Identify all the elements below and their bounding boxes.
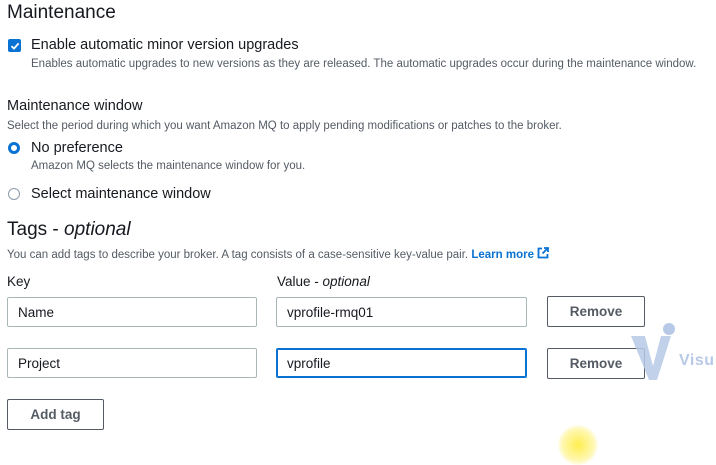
value-header-text: Value	[277, 274, 311, 289]
auto-upgrade-label[interactable]: Enable automatic minor version upgrades	[31, 37, 299, 53]
tags-heading-text: Tags	[7, 219, 48, 240]
watermark-logo: Visu	[629, 322, 716, 384]
key-column-header: Key	[7, 274, 31, 289]
maintenance-window-label: Maintenance window	[7, 98, 143, 114]
tag-key-input[interactable]	[7, 348, 257, 378]
tags-description: You can add tags to describe your broker…	[7, 247, 550, 263]
auto-upgrade-description: Enables automatic upgrades to new versio…	[31, 58, 697, 70]
radio-select-window[interactable]	[8, 188, 20, 200]
watermark-text: Visu	[679, 352, 715, 369]
check-icon	[10, 42, 19, 50]
add-tag-button[interactable]: Add tag	[7, 399, 104, 430]
value-header-optional: optional	[322, 274, 370, 289]
tag-value-input[interactable]	[276, 297, 527, 327]
tag-key-input[interactable]	[7, 297, 257, 327]
learn-more-link[interactable]: Learn more	[471, 249, 534, 261]
radio-no-preference[interactable]	[8, 142, 20, 154]
tags-heading-optional: optional	[64, 219, 131, 240]
tags-description-text: You can add tags to describe your broker…	[7, 249, 469, 261]
watermark-v-icon	[631, 323, 675, 380]
external-link-icon[interactable]	[537, 247, 550, 259]
no-preference-label[interactable]: No preference	[31, 140, 123, 156]
auto-upgrade-checkbox[interactable]	[8, 39, 21, 52]
maintenance-window-description: Select the period during which you want …	[7, 120, 562, 132]
maintenance-heading: Maintenance	[7, 2, 116, 23]
tags-heading: Tags - optional	[7, 219, 131, 240]
value-column-header: Value - optional	[277, 274, 370, 289]
select-window-label[interactable]: Select maintenance window	[31, 186, 211, 202]
tag-value-input[interactable]	[276, 348, 527, 378]
cursor-highlight	[558, 425, 598, 465]
no-preference-description: Amazon MQ selects the maintenance window…	[31, 160, 306, 172]
